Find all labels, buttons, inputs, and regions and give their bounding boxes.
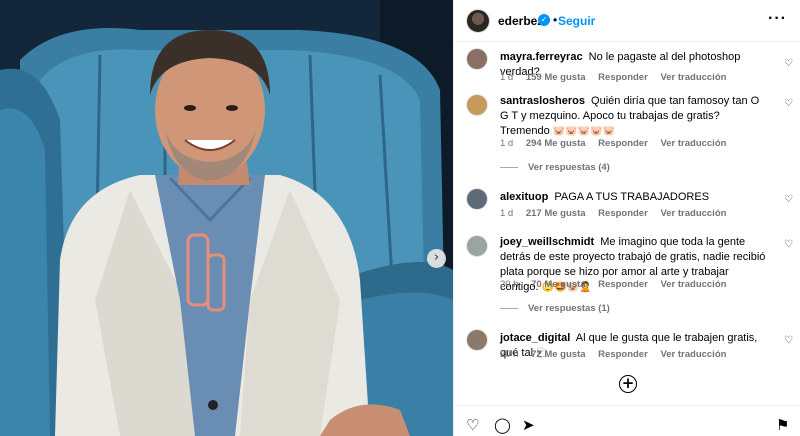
commenter-avatar[interactable] [466,94,488,116]
reply-button[interactable]: Responder [598,72,648,83]
translate-button[interactable]: Ver traducción [660,72,726,83]
comment-username[interactable]: joey_weillschmidt [500,236,594,248]
post-side-panel: ederbez ✓ • Seguir ··· mayra.ferreyrac N… [453,0,800,436]
replies-divider [500,307,518,309]
translate-button[interactable]: Ver traducción [660,208,726,219]
like-comment-heart-icon[interactable]: ♡ [784,335,793,346]
post-actions-bar: ♡ ◯ ➤ ⚑ [454,405,800,436]
comment-username[interactable]: santraslosheros [500,95,585,107]
comment-time: 1 d [500,208,514,219]
author-avatar[interactable] [466,9,490,33]
more-options-icon[interactable]: ··· [768,10,787,28]
comment-body: alexituop PAGA A TUS TRABAJADORES [500,190,770,205]
like-comment-heart-icon[interactable]: ♡ [784,239,793,250]
view-replies-label: Ver respuestas (4) [528,162,610,173]
comment-body: santraslosheros Quién diría que tan famo… [500,94,770,139]
view-replies-button[interactable]: Ver respuestas (4) [500,162,610,173]
reply-button[interactable]: Responder [598,349,648,360]
comment-likes[interactable]: 70 Me gusta [531,279,585,290]
share-send-icon[interactable]: ➤ [522,416,535,434]
comment-likes[interactable]: 294 Me gusta [526,138,586,149]
comment-username[interactable]: alexituop [500,191,548,203]
author-username[interactable]: ederbez [498,14,543,28]
comment-time: 1 d [500,72,514,83]
commenter-avatar[interactable] [466,188,488,210]
save-bookmark-icon[interactable]: ⚑ [776,416,789,434]
comment-bubble-icon[interactable]: ◯ [494,416,511,434]
comment-likes[interactable]: 159 Me gusta [526,72,586,83]
like-comment-heart-icon[interactable]: ♡ [784,58,793,69]
comments-list: mayra.ferreyrac No le pagaste al del pho… [454,42,800,402]
like-heart-icon[interactable]: ♡ [466,416,479,434]
post-header: ederbez ✓ • Seguir ··· [454,0,800,42]
comment-emoji: 🐷🐷🐷🐷🐷 [552,126,616,137]
comment-username[interactable]: mayra.ferreyrac [500,51,583,63]
replies-divider [500,166,518,168]
comment-time: 20 h [500,279,519,290]
translate-button[interactable]: Ver traducción [660,279,726,290]
commenter-avatar[interactable] [466,48,488,70]
reply-button[interactable]: Responder [598,138,648,149]
post-photo-illustration [0,0,453,436]
commenter-avatar[interactable] [466,235,488,257]
comment-likes[interactable]: 217 Me gusta [526,208,586,219]
follow-button[interactable]: Seguir [558,14,595,28]
comment-meta: 1 d 217 Me gusta Responder Ver traducció… [500,208,736,219]
comment-meta: 1 d 294 Me gusta Responder Ver traducció… [500,138,736,149]
comment-meta: 20 h 70 Me gusta Responder Ver traducció… [500,279,736,290]
translate-button[interactable]: Ver traducción [660,138,726,149]
comment-meta: 1 d 159 Me gusta Responder Ver traducció… [500,72,736,83]
comment-username[interactable]: jotace_digital [500,332,570,344]
reply-button[interactable]: Responder [598,208,648,219]
translate-button[interactable]: Ver traducción [660,349,726,360]
comment-time: 20 h [500,349,519,360]
view-replies-label: Ver respuestas (1) [528,303,610,314]
like-comment-heart-icon[interactable]: ♡ [784,98,793,109]
post-photo: › [0,0,453,436]
load-more-comments-button[interactable]: + [619,375,637,393]
commenter-avatar[interactable] [466,329,488,351]
reply-button[interactable]: Responder [598,279,648,290]
verified-badge-icon: ✓ [538,14,550,26]
comment-likes[interactable]: 72 Me gusta [531,349,585,360]
view-replies-button[interactable]: Ver respuestas (1) [500,303,610,314]
next-photo-button[interactable]: › [427,249,446,268]
comment-time: 1 d [500,138,514,149]
comment-text: PAGA A TUS TRABAJADORES [554,191,710,203]
header-separator: • [553,13,558,27]
like-comment-heart-icon[interactable]: ♡ [784,194,793,205]
comment-meta: 20 h 72 Me gusta Responder Ver traducció… [500,349,736,360]
